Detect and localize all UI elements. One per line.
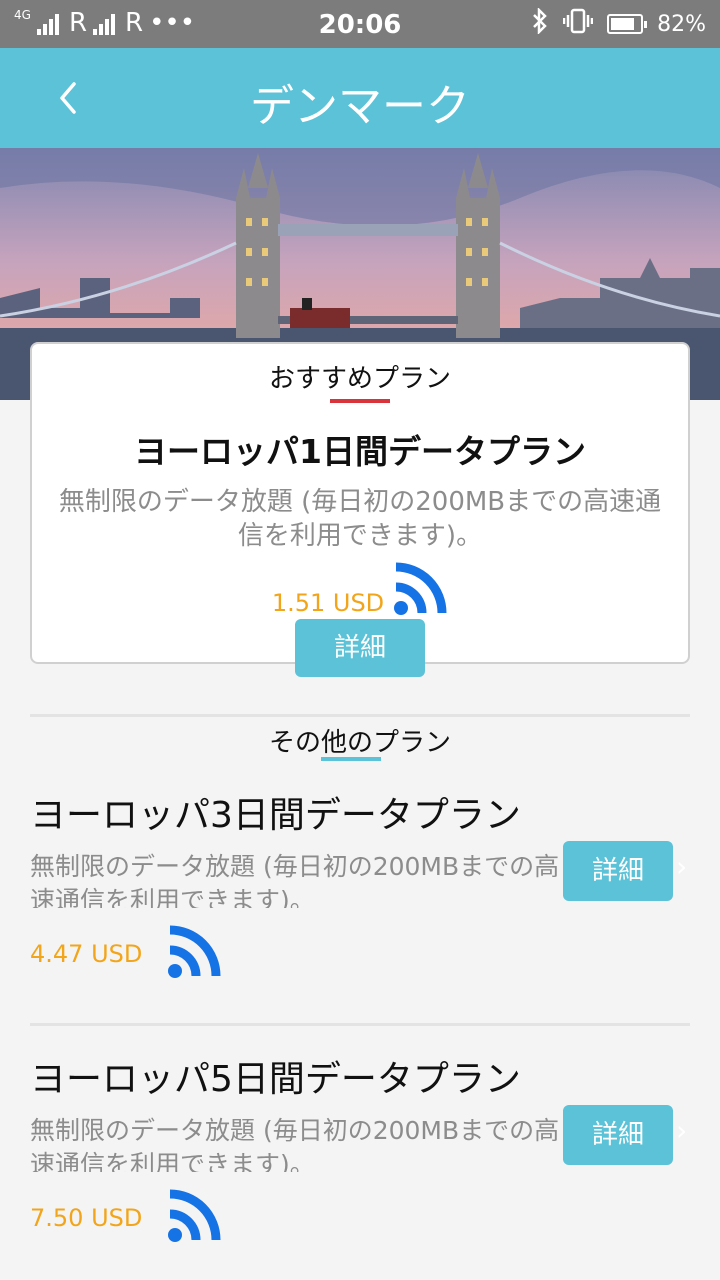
vibrate-icon <box>562 8 594 40</box>
plan-divider <box>30 1023 690 1026</box>
featured-price-row: 1.51 USD <box>32 561 688 617</box>
bluetooth-icon <box>531 6 549 40</box>
featured-plan-description: 無制限のデータ放題 (毎日初の200MBまでの高速通信を利用できます)。 <box>58 487 662 551</box>
chevron-right-icon: › <box>676 850 688 883</box>
plan-item[interactable]: ヨーロッパ5日間データプラン 無制限のデータ放題 (毎日初の200MBまでの高速… <box>0 1050 720 1280</box>
featured-plan-name: ヨーロッパ1日間データプラン <box>134 432 586 471</box>
status-bar: 4G R R ••• 20:06 82% <box>0 0 720 48</box>
plan-name: ヨーロッパ3日間データプラン <box>30 795 521 836</box>
featured-plan-price: 1.51 USD <box>271 589 385 617</box>
plan-detail-button[interactable]: 詳細 <box>563 841 673 901</box>
section-divider <box>30 714 690 717</box>
featured-underline <box>330 399 390 403</box>
page-title: デンマーク <box>250 81 470 132</box>
chevron-right-icon: › <box>676 1114 688 1147</box>
plan-price: 4.47 USD <box>30 940 143 968</box>
plan-item[interactable]: ヨーロッパ3日間データプラン 無制限のデータ放題 (毎日初の200MBまでの高速… <box>0 786 720 1026</box>
wifi-icon <box>168 925 221 978</box>
battery-percent: 82% <box>657 11 706 37</box>
app-bar: デンマーク <box>0 48 720 148</box>
other-section-title: その他のプラン <box>268 728 451 758</box>
plan-price: 7.50 USD <box>30 1204 143 1232</box>
plan-description: 無制限のデータ放題 (毎日初の200MBまでの高速通信を利用できます)。 <box>30 852 560 908</box>
status-right: 82% <box>531 6 706 40</box>
battery-icon <box>607 14 648 34</box>
plan-name: ヨーロッパ5日間データプラン <box>30 1059 521 1100</box>
plan-description: 無制限のデータ放題 (毎日初の200MBまでの高速通信を利用できます)。 <box>30 1116 560 1172</box>
other-underline <box>321 757 381 761</box>
wifi-icon <box>394 562 447 615</box>
featured-plan-card: おすすめプラン ヨーロッパ1日間データプラン 無制限のデータ放題 (毎日初の20… <box>30 342 690 677</box>
featured-detail-button[interactable]: 詳細 <box>295 619 425 677</box>
featured-section-title: おすすめプラン <box>268 364 451 394</box>
plan-detail-button[interactable]: 詳細 <box>563 1105 673 1165</box>
wifi-icon <box>168 1189 221 1242</box>
